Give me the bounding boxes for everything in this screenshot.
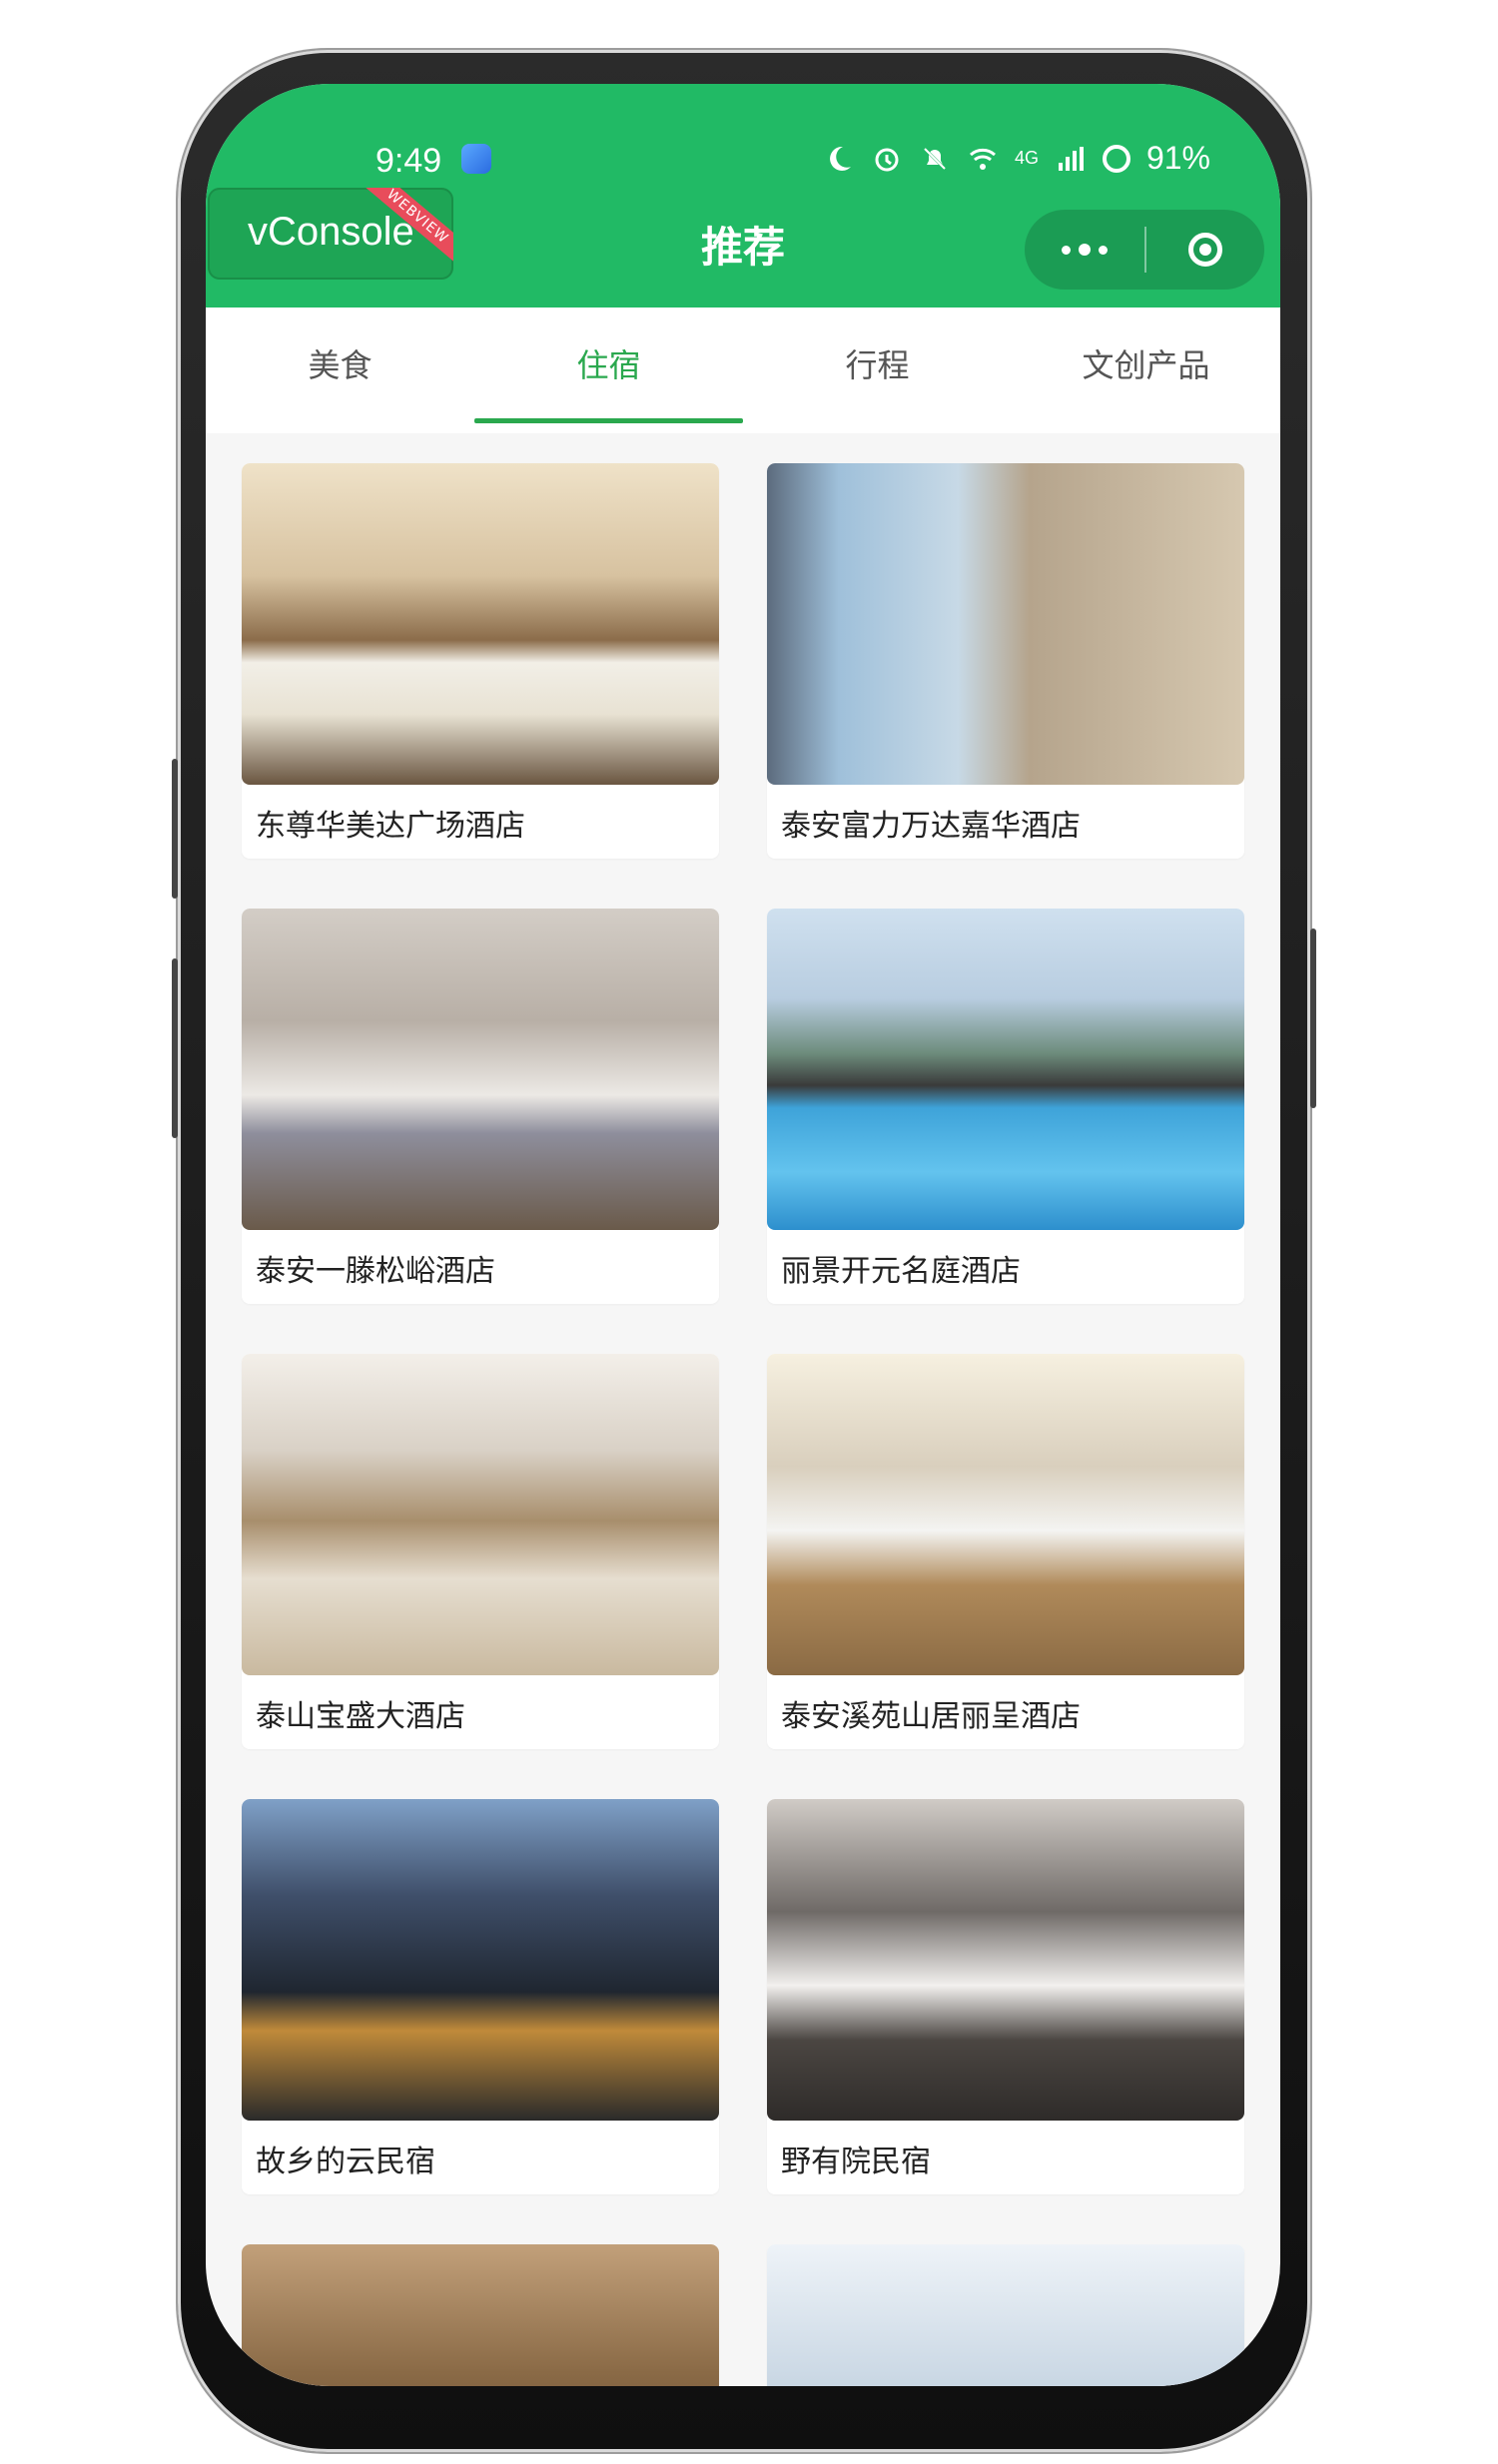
- hotel-image: [767, 1799, 1244, 2121]
- tab-cultural-products[interactable]: 文创产品: [1012, 308, 1280, 433]
- tab-food[interactable]: 美食: [206, 308, 474, 433]
- hotel-image: [242, 1799, 719, 2121]
- status-time: 9:49: [375, 142, 442, 180]
- hotel-card[interactable]: 野有院民宿: [767, 1799, 1244, 2194]
- tab-lodging[interactable]: 住宿: [474, 308, 743, 433]
- volume-up-button: [172, 759, 178, 899]
- hotel-image: [242, 463, 719, 785]
- hotel-image: [242, 2244, 719, 2386]
- hotel-card[interactable]: 泰安一滕松峪酒店: [242, 909, 719, 1304]
- app-notification-icon: [461, 144, 491, 174]
- tab-label: 美食: [308, 346, 373, 384]
- hotel-name: 泰安一滕松峪酒店: [256, 1254, 495, 1289]
- hotel-card[interactable]: [242, 2244, 719, 2386]
- hotel-image: [767, 1354, 1244, 1675]
- status-right: 4G 91%: [823, 140, 1210, 177]
- moon-icon: [823, 143, 855, 175]
- hotel-name: 东尊华美达广场酒店: [256, 809, 525, 844]
- tab-itinerary[interactable]: 行程: [743, 308, 1012, 433]
- tab-label: 住宿: [576, 346, 641, 384]
- power-button: [1310, 928, 1316, 1108]
- hotel-name: 野有院民宿: [781, 2145, 931, 2179]
- tab-label: 行程: [845, 346, 910, 384]
- wifi-icon: [967, 143, 999, 175]
- target-icon: [1188, 233, 1222, 267]
- hotel-card[interactable]: 泰安溪苑山居丽呈酒店: [767, 1354, 1244, 1749]
- more-dot-icon: [1099, 245, 1108, 255]
- mute-icon: [919, 143, 951, 175]
- status-bar: 9:49 4G 91%: [206, 132, 1280, 192]
- hotel-card[interactable]: [767, 2244, 1244, 2386]
- hotel-image: [242, 1354, 719, 1675]
- more-dot-icon: [1062, 245, 1071, 255]
- hotel-name: 泰安富力万达嘉华酒店: [781, 809, 1081, 844]
- hotel-image: [767, 463, 1244, 785]
- battery-level: 91%: [1145, 140, 1210, 176]
- hotel-card[interactable]: 故乡的云民宿: [242, 1799, 719, 2194]
- hotel-card[interactable]: 泰山宝盛大酒店: [242, 1354, 719, 1749]
- signal-icon: [1055, 143, 1087, 175]
- active-tab-indicator: [474, 418, 743, 423]
- hotel-image: [767, 2244, 1244, 2386]
- volume-down-button: [172, 958, 178, 1138]
- hotel-name: 泰安溪苑山居丽呈酒店: [781, 1699, 1081, 1734]
- hotel-image: [242, 909, 719, 1230]
- hotel-name: 故乡的云民宿: [256, 2145, 435, 2179]
- hotel-name: 泰山宝盛大酒店: [256, 1699, 465, 1734]
- tab-label: 文创产品: [1082, 346, 1210, 384]
- close-miniprogram-button[interactable]: [1146, 210, 1264, 290]
- hotel-card[interactable]: 丽景开元名庭酒店: [767, 909, 1244, 1304]
- alarm-icon: [871, 143, 903, 175]
- more-dot-icon: [1079, 244, 1091, 256]
- network-type: 4G: [1014, 148, 1039, 168]
- battery-icon: [1102, 144, 1130, 173]
- more-menu-button[interactable]: [1025, 210, 1144, 290]
- hotel-name: 丽景开元名庭酒店: [781, 1254, 1021, 1289]
- app-screen: 9:49 4G 91% vConsole WEBVIEW 推荐 美食 住宿 行程…: [206, 84, 1280, 2386]
- miniprogram-capsule: [1025, 210, 1264, 290]
- category-tabs: 美食 住宿 行程 文创产品: [206, 308, 1280, 433]
- hotel-card[interactable]: 东尊华美达广场酒店: [242, 463, 719, 859]
- hotel-image: [767, 909, 1244, 1230]
- hotel-card[interactable]: 泰安富力万达嘉华酒店: [767, 463, 1244, 859]
- app-header: 9:49 4G 91% vConsole WEBVIEW 推荐: [206, 84, 1280, 308]
